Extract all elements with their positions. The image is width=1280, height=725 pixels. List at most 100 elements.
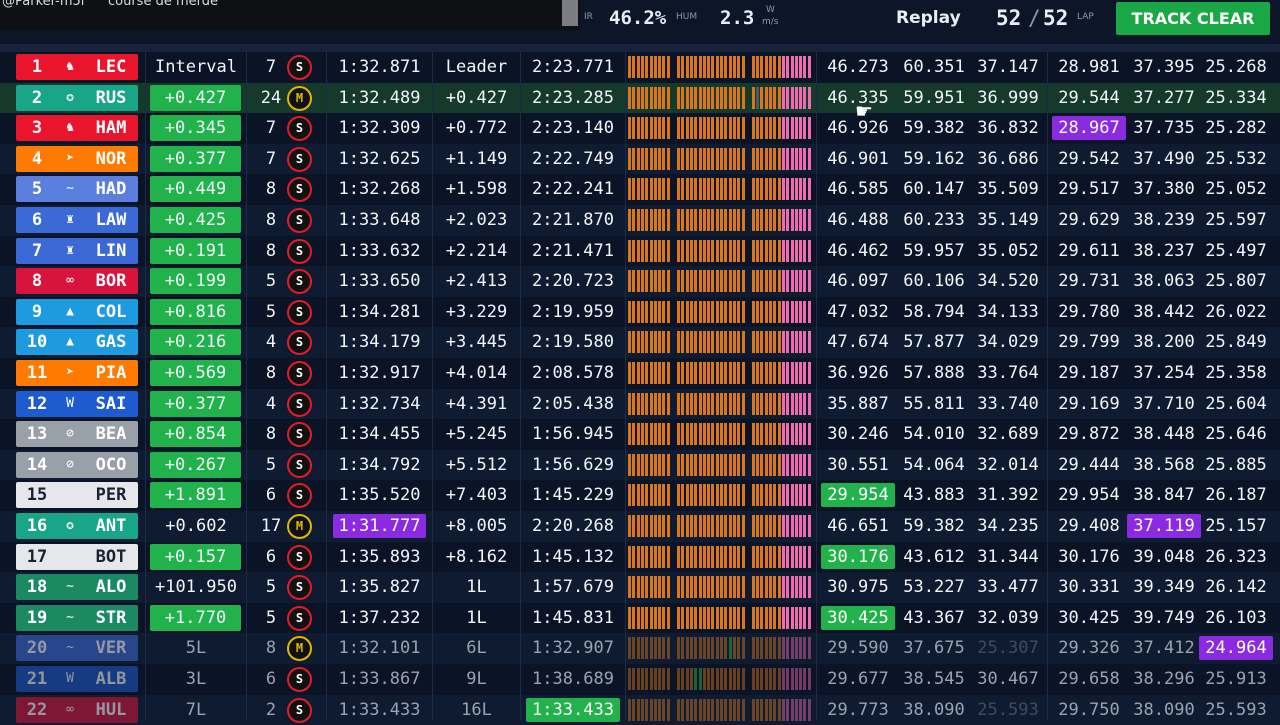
sector-1-time: 29.590 [827, 638, 889, 659]
driver-badge[interactable]: 10 ▲ GAS [16, 329, 138, 356]
driver-badge[interactable]: 3 ♞ HAM [16, 115, 138, 142]
mini-sector [751, 392, 755, 415]
tyre-laps: 8 [265, 638, 277, 659]
driver-badge[interactable]: 13 ⊘ BEA [16, 421, 138, 448]
table-row[interactable]: 12 W SAI +0.377 4 S 1:32.734 +4.391 2:05.438 35.8… [0, 388, 1280, 420]
driver-badge[interactable]: 22 ∞ HUL [16, 696, 138, 723]
driver-badge[interactable]: 15 PER [16, 482, 138, 509]
mini-sector [764, 362, 768, 384]
replay-label[interactable]: Replay [896, 8, 961, 28]
interval-value: +0.216 [150, 329, 241, 356]
mini-sector [799, 300, 803, 323]
table-row[interactable]: 20 ~ VER 5L 8 M 1:32.101 6L 1:32.907 29.590 37.675… [0, 633, 1280, 664]
mini-sector [698, 56, 702, 78]
table-row[interactable]: 9 ▲ COL +0.816 5 S 1:34.281 +3.229 2:19.959 47.03… [0, 297, 1280, 328]
table-row[interactable]: 5 ~ HAD +0.449 8 S 1:32.268 +1.598 2:22.241 46.58… [0, 174, 1280, 205]
driver-code: ALO [95, 577, 127, 598]
table-row[interactable]: 7 ♜ LIN +0.191 8 S 1:33.632 +2.214 2:21.471 46.46… [0, 236, 1280, 267]
driver-badge[interactable]: 8 ∞ BOR [16, 268, 138, 295]
track-clear-button[interactable]: TRACK CLEAR [1116, 2, 1270, 35]
table-row[interactable]: 16 ✪ ANT +0.602 17 M 1:31.777 +8.005 2:20.268 46.… [0, 511, 1280, 542]
mini-sector [628, 147, 631, 170]
driver-badge[interactable]: 14 ⊘ OCO [16, 451, 138, 478]
table-row[interactable]: 8 ∞ BOR +0.199 5 S 1:33.650 +2.413 2:20.723 46.09… [0, 266, 1280, 297]
position-number: 8 [31, 271, 43, 292]
mini-sector [720, 698, 723, 721]
tyre-laps: 8 [265, 363, 277, 383]
driver-badge[interactable]: 4 ➤ NOR [16, 145, 138, 172]
chat-scrollbar[interactable] [562, 0, 578, 26]
driver-badge[interactable]: 1 ♞ LEC [16, 54, 138, 80]
interval-value: +0.427 [150, 84, 241, 111]
mini-sector [720, 453, 723, 476]
mini-sector [658, 117, 662, 140]
tyre-compound-icon: S [287, 391, 312, 417]
table-row[interactable]: 2 ✪ RUS +0.427 24 M 1:32.489 +0.427 2:23.285 46.3… [0, 82, 1280, 114]
table-row[interactable]: 19 ~ STR +1.770 5 S 1:37.232 1L 1:45.831 30.425 43… [0, 603, 1280, 634]
driver-badge[interactable]: 5 ~ HAD [16, 176, 138, 203]
gap-to-leader: 9L [466, 669, 487, 689]
mini-sector [658, 637, 662, 660]
mini-sector [707, 86, 711, 109]
best-sector-2: 37.395 [1133, 57, 1195, 77]
mini-sector [728, 606, 732, 629]
table-row[interactable]: 11 ➤ PIA +0.569 8 S 1:32.917 +4.014 2:08.578 36.9… [0, 358, 1280, 389]
table-row[interactable]: 1 ♞ LEC Interval 7 S 1:32.871 Leader 2:23.771 46.… [0, 52, 1280, 83]
mini-sector [636, 668, 640, 690]
driver-badge[interactable]: 7 ♜ LIN [16, 237, 138, 264]
driver-badge[interactable]: 21 W ALB [16, 666, 138, 692]
best-lap-time: 1:32.309 [338, 118, 421, 139]
driver-code: RUS [95, 87, 127, 108]
mini-sector [781, 392, 785, 415]
mini-sector [751, 576, 755, 599]
driver-badge[interactable]: 12 W SAI [16, 390, 138, 417]
table-row[interactable]: 10 ▲ GAS +0.216 4 S 1:34.179 +3.445 2:19.580 47.6… [0, 327, 1280, 358]
driver-badge[interactable]: 6 ♜ LAW [16, 207, 138, 233]
driver-badge[interactable]: 2 ✪ RUS [16, 84, 138, 111]
mini-sector [794, 668, 798, 690]
mini-sector [790, 86, 794, 109]
mini-sector [681, 453, 685, 476]
mini-sector [640, 270, 644, 293]
mini-sector [658, 453, 662, 476]
driver-badge[interactable]: 20 ~ VER [16, 635, 138, 662]
table-row[interactable]: 18 ~ ALO +101.950 5 S 1:35.827 1L 1:57.679 30.975… [0, 572, 1280, 603]
driver-badge[interactable]: 17 BOT [16, 543, 138, 570]
ferrari-logo-icon: ♞ [66, 120, 74, 136]
mini-sector [732, 606, 736, 629]
mini-sector [653, 300, 657, 323]
mini-sector [702, 239, 706, 262]
table-row[interactable]: 14 ⊘ OCO +0.267 5 S 1:34.792 +5.512 1:56.629 30.5… [0, 449, 1280, 481]
tyre-laps: 17 [260, 516, 282, 536]
williams-logo-icon: W [66, 671, 74, 686]
mini-sector [702, 270, 706, 293]
interval-value: +0.425 [150, 207, 241, 233]
driver-badge[interactable]: 19 ~ STR [16, 604, 138, 631]
table-row[interactable]: 4 ➤ NOR +0.377 7 S 1:32.625 +1.149 2:22.749 46.90… [0, 143, 1280, 175]
mini-sector [636, 86, 640, 109]
table-row[interactable]: 17 BOT +0.157 6 S 1:35.893 +8.162 1:45.132 30.17… [0, 542, 1280, 573]
driver-badge[interactable]: 18 ~ ALO [16, 574, 138, 601]
table-row[interactable]: 21 W ALB 3L 6 S 1:33.867 9L 1:38.689 29.677 38.545… [0, 664, 1280, 695]
racingbulls-logo-icon: ~ [66, 181, 74, 197]
sector-3-time: 34.235 [977, 516, 1039, 536]
mini-sector [724, 86, 728, 109]
mini-sector [685, 392, 689, 415]
best-sector-3: 25.157 [1205, 516, 1267, 536]
sector-2-time: 53.227 [903, 577, 965, 598]
mini-sector [741, 515, 745, 537]
mini-sector [707, 270, 711, 293]
mini-sector [632, 86, 636, 109]
driver-badge[interactable]: 11 ➤ PIA [16, 360, 138, 386]
mini-sector [628, 515, 631, 537]
table-row[interactable]: 13 ⊘ BEA +0.854 8 S 1:34.455 +5.245 1:56.945 30.2… [0, 419, 1280, 450]
mini-sector [653, 362, 657, 384]
table-row[interactable]: 3 ♞ HAM +0.345 7 S 1:32.309 +0.772 2:23.140 46.92… [0, 113, 1280, 144]
table-row[interactable]: 15 PER +1.891 6 S 1:35.520 +7.403 1:45.229 29.95… [0, 480, 1280, 511]
mini-sector [764, 606, 768, 629]
driver-badge[interactable]: 9 ▲ COL [16, 298, 138, 325]
table-row[interactable]: 6 ♜ LAW +0.425 8 S 1:33.648 +2.023 2:21.870 46.48… [0, 205, 1280, 236]
table-row[interactable]: 22 ∞ HUL 7L 2 S 1:33.433 16L 1:33.433 29.773 38.09… [0, 694, 1280, 725]
driver-badge[interactable]: 16 ✪ ANT [16, 513, 138, 539]
mini-sector [803, 178, 807, 201]
